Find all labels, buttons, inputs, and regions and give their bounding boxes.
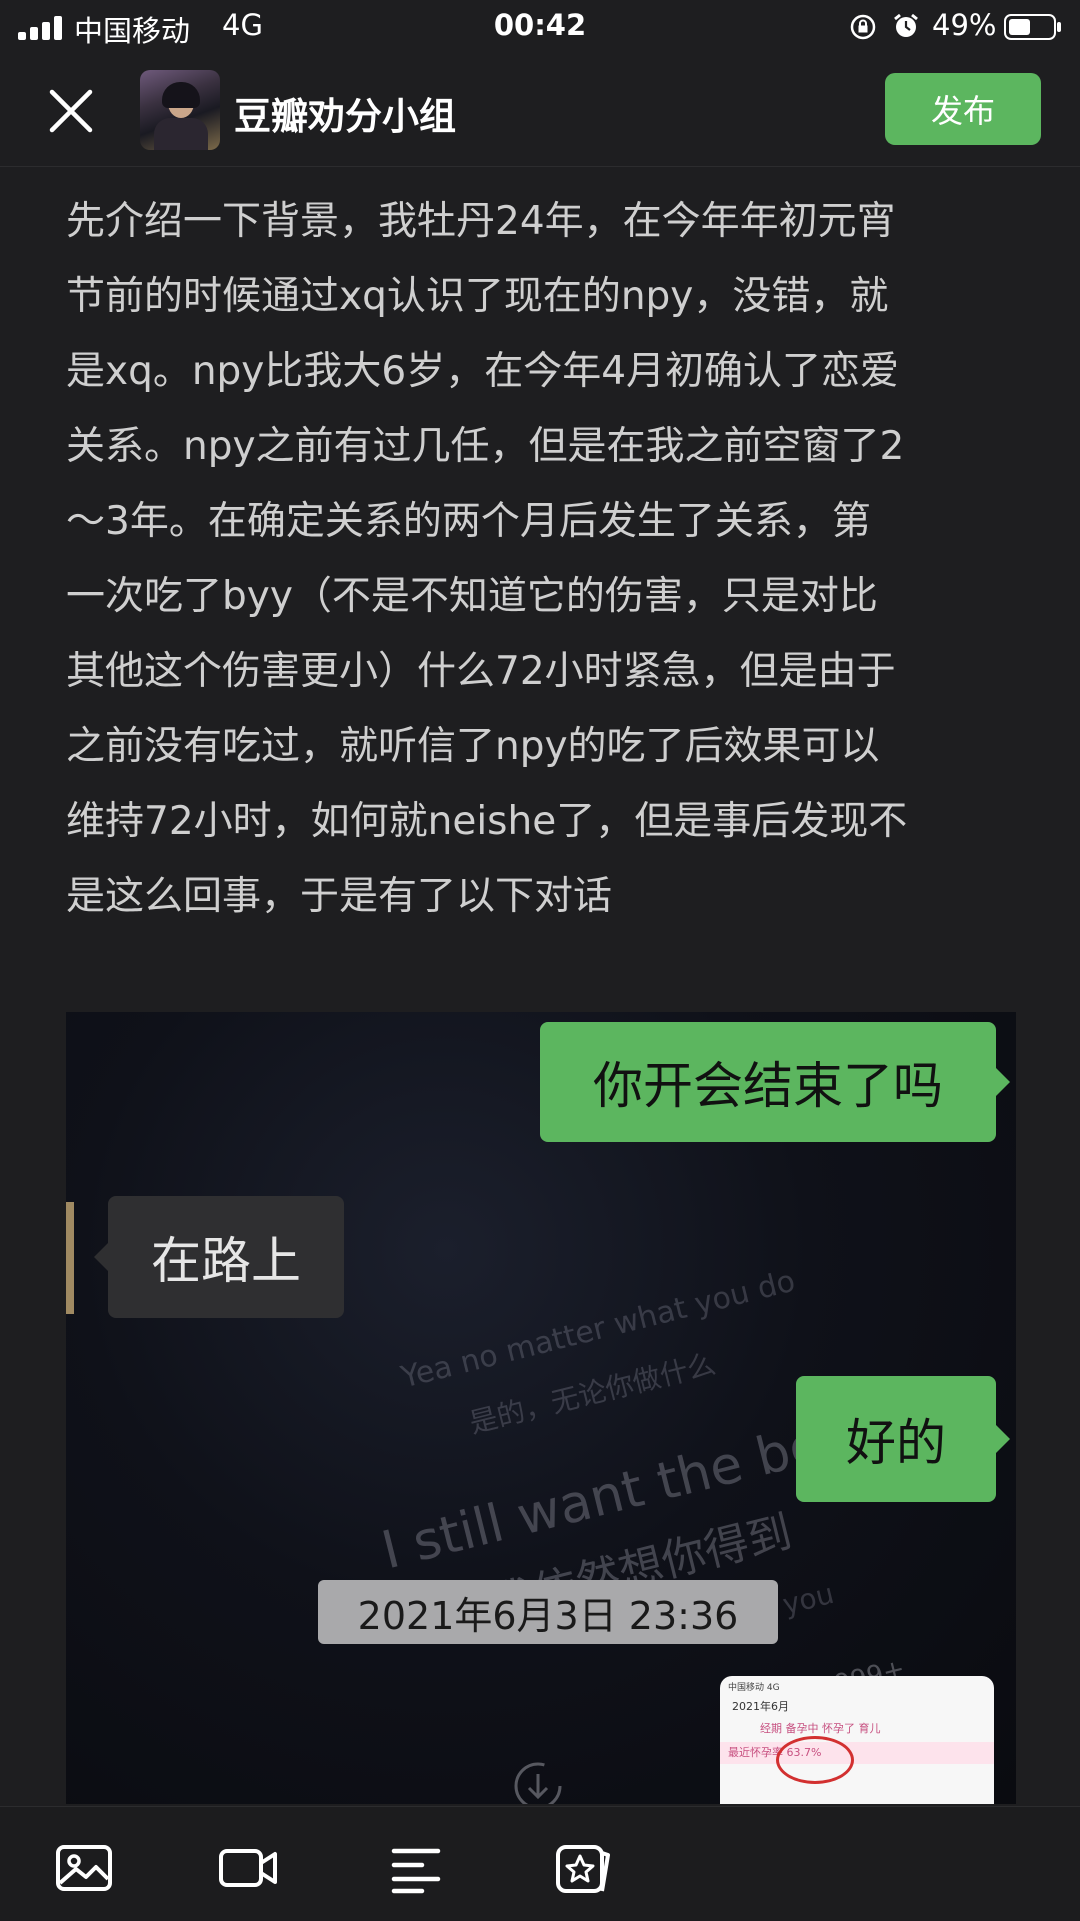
download-icon	[514, 1762, 562, 1804]
publish-button[interactable]: 发布	[885, 73, 1041, 145]
group-avatar	[140, 70, 220, 150]
group-name: 豆瓣劝分小组	[234, 95, 456, 138]
period-app-thumbnail: 中国移动 4G 2021年6月 经期 备孕中 怀孕了 育儿 最近怀孕率 63.7…	[720, 1676, 994, 1804]
post-body-text[interactable]: 先介绍一下背景，我牡丹24年，在今年年初元宵 节前的时候通过xq认识了现在的np…	[66, 184, 1016, 934]
compose-header: 豆瓣劝分小组 发布	[0, 56, 1080, 166]
sticker-icon[interactable]	[552, 1841, 612, 1895]
embedded-chat-screenshot[interactable]: Yea no matter what you do 是的，无论你做什么 I st…	[66, 1012, 1016, 1804]
header-divider	[0, 166, 1080, 167]
alarm-icon	[894, 13, 918, 37]
thumbnail-row: 最近怀孕率 63.7%	[720, 1742, 994, 1764]
text-format-icon[interactable]	[386, 1841, 446, 1895]
status-bar: 中国移动 4G 00:42 49%	[0, 0, 1080, 56]
battery-icon	[1004, 14, 1061, 40]
rotation-lock-icon	[850, 14, 876, 40]
battery-percent: 49%	[932, 8, 997, 42]
chat-bubble-sent: 好的	[796, 1376, 1010, 1502]
thumbnail-title: 2021年6月	[732, 1700, 789, 1713]
video-icon[interactable]	[218, 1841, 278, 1895]
thumbnail-status: 中国移动 4G	[728, 1683, 780, 1693]
contact-avatar	[66, 1202, 74, 1314]
image-icon[interactable]	[54, 1841, 114, 1895]
thumbnail-tabs: 经期 备孕中 怀孕了 育儿	[760, 1722, 881, 1735]
bottom-toolbar	[0, 1806, 1080, 1921]
chat-bubble-received: 在路上	[94, 1196, 344, 1318]
close-button[interactable]	[44, 84, 98, 138]
chat-timestamp: 2021年6月3日 23:36	[318, 1580, 778, 1644]
red-circle-annotation	[776, 1736, 854, 1784]
chat-bubble-sent: 你开会结束了吗	[540, 1022, 1010, 1142]
